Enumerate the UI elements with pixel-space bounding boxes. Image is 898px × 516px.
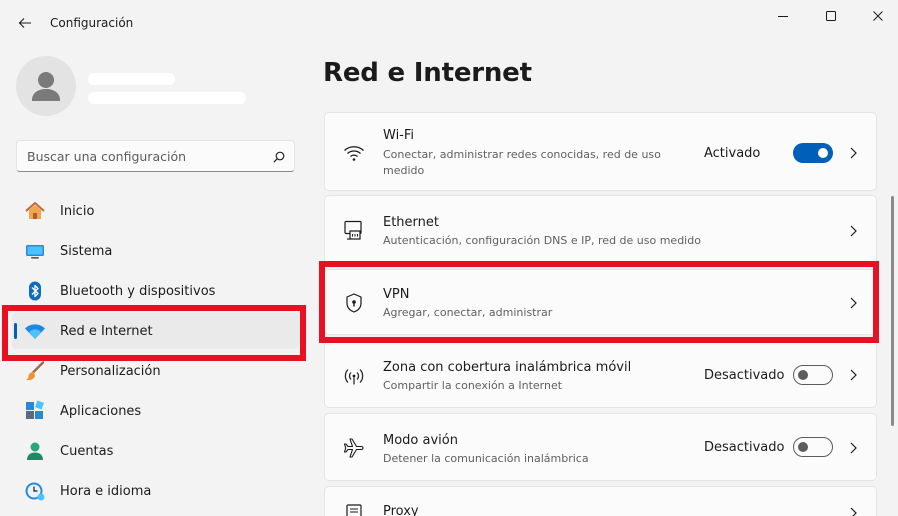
wifi-toggle[interactable]	[793, 143, 833, 163]
minimize-icon	[778, 16, 788, 17]
sidebar-item-sistema[interactable]: Sistema	[12, 233, 299, 269]
chevron-right-icon	[845, 367, 861, 383]
maximize-icon	[826, 11, 836, 21]
mobile-hotspot-card[interactable]: Zona con cobertura inalámbrica móvil Com…	[324, 341, 877, 408]
wifi-network-icon	[24, 320, 46, 342]
title-bar: Configuración	[0, 0, 898, 46]
sidebar-item-label: Inicio	[60, 203, 95, 219]
sidebar-item-hora-idioma[interactable]: Hora e idioma	[12, 473, 299, 509]
account-name-redacted	[88, 73, 175, 85]
home-icon	[24, 200, 46, 222]
wifi-card[interactable]: Wi-Fi Conectar, administrar redes conoci…	[324, 112, 877, 191]
wifi-title: Wi-Fi	[383, 128, 415, 143]
app-title: Configuración	[50, 16, 134, 30]
apps-icon	[24, 400, 46, 422]
maximize-button[interactable]	[808, 4, 854, 28]
active-indicator	[14, 323, 17, 339]
vpn-card[interactable]: VPN Agregar, conectar, administrar	[324, 269, 877, 335]
hotspot-subtitle: Compartir la conexión a Internet	[383, 379, 563, 392]
person-avatar-icon	[32, 72, 60, 101]
back-button[interactable]	[14, 12, 36, 34]
airplane-status: Desactivado	[704, 440, 785, 455]
search-box[interactable]	[16, 140, 295, 172]
chevron-right-icon	[845, 223, 861, 239]
chevron-right-icon	[845, 505, 861, 516]
sidebar-item-bluetooth[interactable]: Bluetooth y dispositivos	[12, 273, 299, 309]
ethernet-icon	[343, 219, 365, 241]
airplane-icon	[343, 437, 365, 459]
sidebar-item-aplicaciones[interactable]: Aplicaciones	[12, 393, 299, 429]
vpn-shield-icon	[343, 292, 365, 314]
sidebar-item-personalizacion[interactable]: Personalización	[12, 353, 299, 389]
sidebar-item-inicio[interactable]: Inicio	[12, 193, 299, 229]
proxy-icon	[343, 503, 365, 516]
close-icon	[873, 11, 883, 21]
search-icon[interactable]	[271, 149, 287, 165]
avatar[interactable]	[16, 56, 76, 116]
airplane-subtitle: Detener la comunicación inalámbrica	[383, 452, 589, 465]
airplane-title: Modo avión	[383, 433, 458, 448]
paintbrush-icon	[24, 360, 46, 382]
proxy-title: Proxy	[383, 504, 419, 516]
sidebar-item-label: Red e Internet	[60, 323, 153, 339]
page-title: Red e Internet	[323, 58, 532, 88]
airplane-toggle[interactable]	[793, 437, 833, 457]
hotspot-status: Desactivado	[704, 368, 785, 383]
sidebar-item-label: Cuentas	[60, 443, 114, 459]
airplane-mode-card[interactable]: Modo avión Detener la comunicación inalá…	[324, 413, 877, 481]
sidebar-item-label: Aplicaciones	[60, 403, 142, 419]
hotspot-toggle[interactable]	[793, 365, 833, 385]
wifi-status: Activado	[704, 146, 761, 161]
wifi-subtitle: Conectar, administrar redes conocidas, r…	[383, 148, 661, 177]
vpn-title: VPN	[383, 287, 410, 302]
scrollbar[interactable]	[891, 196, 894, 426]
sidebar-item-label: Sistema	[60, 243, 113, 259]
sidebar-item-cuentas[interactable]: Cuentas	[12, 433, 299, 469]
chevron-right-icon	[845, 145, 861, 161]
sidebar-nav: Inicio Sistema Bluetooth y dispositivos	[12, 193, 299, 513]
sidebar-item-label: Hora e idioma	[60, 483, 152, 499]
close-button[interactable]	[855, 4, 898, 28]
ethernet-card[interactable]: Ethernet Autenticación, configuración DN…	[324, 195, 877, 264]
ethernet-subtitle: Autenticación, configuración DNS e IP, r…	[383, 234, 701, 247]
clock-globe-icon	[24, 480, 46, 502]
minimize-button[interactable]	[760, 4, 806, 28]
back-arrow-icon	[18, 18, 31, 28]
chevron-right-icon	[845, 295, 861, 311]
wifi-icon	[343, 142, 365, 164]
vpn-subtitle: Agregar, conectar, administrar	[383, 306, 553, 319]
mobile-hotspot-icon	[343, 365, 365, 387]
proxy-card[interactable]: Proxy	[324, 486, 877, 516]
chevron-right-icon	[845, 440, 861, 456]
bluetooth-icon	[24, 280, 46, 302]
account-email-redacted	[88, 92, 246, 104]
hotspot-title: Zona con cobertura inalámbrica móvil	[383, 360, 632, 375]
sidebar-item-label: Personalización	[60, 363, 161, 379]
accounts-person-icon	[24, 440, 46, 462]
ethernet-title: Ethernet	[383, 215, 439, 230]
system-display-icon	[24, 240, 46, 262]
search-input[interactable]	[27, 147, 257, 165]
sidebar-item-red-internet[interactable]: Red e Internet	[12, 313, 299, 349]
sidebar-item-label: Bluetooth y dispositivos	[60, 283, 216, 299]
